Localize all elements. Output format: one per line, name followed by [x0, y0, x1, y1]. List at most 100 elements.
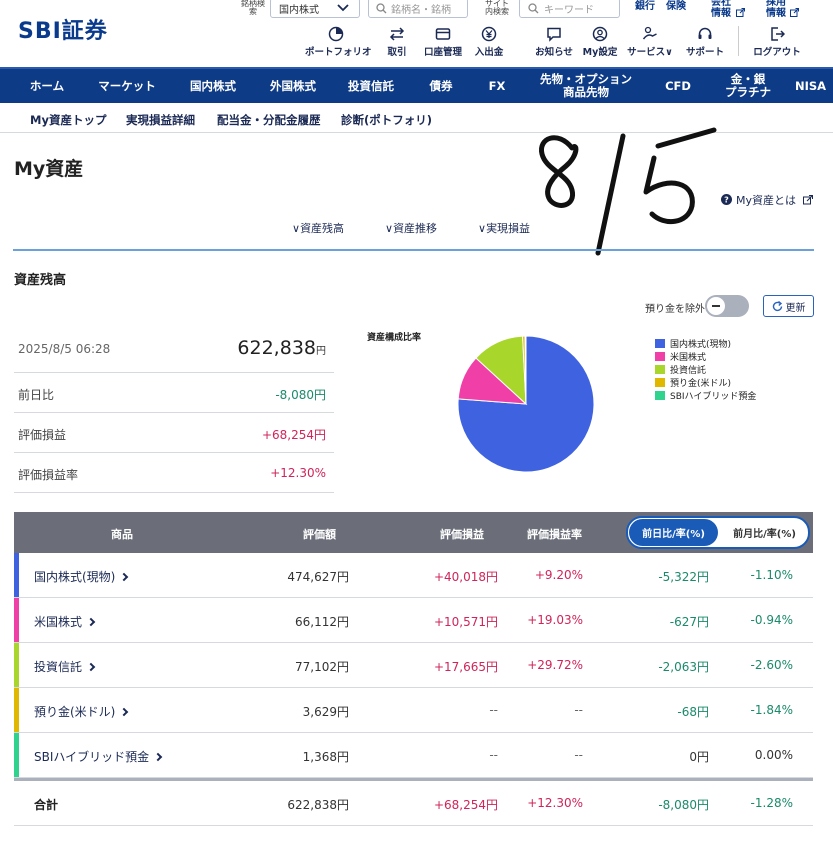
nav-foreign-stock[interactable]: 外国株式 [258, 69, 328, 103]
day-change-tab[interactable]: 前日比/率(%) [629, 519, 718, 546]
sbi-logo[interactable]: SBI証券 [18, 13, 108, 45]
recruit-info-link[interactable]: 採用情報 [766, 0, 790, 19]
row-color-bar [14, 598, 19, 642]
table-row: SBIハイブリッド預金 1,368円 -- -- 0円 0.00% [14, 733, 813, 778]
nav-cfd[interactable]: CFD [656, 69, 700, 103]
anchor-asset-balance[interactable]: ∨資産残高 [292, 220, 344, 236]
nav-nisa[interactable]: NISA [795, 69, 833, 103]
day-change-value: -8,080円 [275, 388, 326, 402]
subnav-diagnosis[interactable]: 診断(ポトフォリ) [341, 112, 432, 128]
table-row: 預り金(米ドル) 3,629円 -- -- -68円 -1.84% [14, 688, 813, 733]
row-product-link[interactable]: SBIハイブリッド預金 [34, 748, 163, 765]
anchor-asset-balance-label: 資産残高 [300, 222, 345, 235]
deposit-withdraw-button[interactable]: 入出金 [458, 26, 520, 58]
row-product-name: 国内株式(現物) [34, 570, 116, 584]
row-product-name: 投資信託 [34, 660, 83, 674]
nav-fx[interactable]: FX [478, 69, 516, 103]
legend-label: 預り金(米ドル) [670, 379, 732, 389]
day-change-label: 前日比 [18, 388, 55, 402]
service-button[interactable]: サービス∨ [619, 26, 681, 58]
help-icon: ? [721, 194, 732, 205]
exclude-deposit-toggle[interactable] [705, 295, 749, 317]
service-icon [642, 26, 657, 40]
day-change-row: 前日比 -8,080円 [14, 373, 334, 413]
stock-market-select[interactable]: 国内株式 [270, 0, 360, 18]
header-value: 評価額 [303, 528, 336, 541]
external-link-icon [736, 8, 745, 17]
row-product-link[interactable]: 米国株式 [34, 613, 96, 630]
total-label: 合計 [34, 798, 59, 812]
legend-swatch [655, 378, 665, 387]
main-nav: ホーム マーケット 国内株式 外国株式 投資信託 債券 FX 先物・オプション … [0, 67, 833, 103]
header-product: 商品 [111, 528, 133, 541]
table-row: 投資信託 77,102円 +17,665円 +29.72% -2,063円 -2… [14, 643, 813, 688]
page-title: My資産 [14, 158, 84, 180]
nav-gold-silver[interactable]: 金・銀 プラチナ [718, 69, 778, 103]
settings-icon [592, 26, 608, 42]
row-value: 77,102円 [295, 660, 349, 674]
portfolio-label: ポートフォリオ [305, 47, 372, 58]
about-my-assets-label: My資産とは [736, 194, 797, 207]
subnav-realized-pl[interactable]: 実現損益詳細 [126, 112, 195, 128]
toggle-knob [707, 297, 725, 315]
chevron-right-icon [120, 572, 129, 582]
header-pl-rate: 評価損益率 [527, 528, 582, 541]
portfolio-button[interactable]: ポートフォリオ [305, 26, 372, 58]
nav-bond[interactable]: 債券 [418, 69, 464, 103]
subnav-dividend-history[interactable]: 配当金・分配金履歴 [217, 112, 321, 128]
nav-mutual-fund[interactable]: 投資信託 [340, 69, 402, 103]
month-change-tab[interactable]: 前月比/率(%) [720, 519, 809, 546]
row-product-name: 米国株式 [34, 615, 83, 629]
bank-link[interactable]: 銀行 [635, 1, 655, 12]
row-pl: +10,571円 [433, 615, 498, 629]
chevron-down-icon [337, 4, 349, 12]
row-day-change: -2,063円 [658, 660, 709, 674]
anchor-asset-history[interactable]: ∨資産推移 [385, 220, 437, 236]
support-button[interactable]: サポート [674, 26, 736, 58]
row-day-change-rate: -2.60% [750, 658, 793, 672]
subnav-my-assets-top[interactable]: My資産トップ [30, 112, 106, 128]
row-pl: +40,018円 [433, 570, 498, 584]
total-day-change-rate: -1.28% [750, 796, 793, 810]
row-product-link[interactable]: 投資信託 [34, 658, 96, 675]
stock-market-select-value: 国内株式 [279, 4, 319, 16]
row-day-change: 0円 [689, 750, 709, 764]
row-value: 66,112円 [295, 615, 349, 629]
trade-icon [389, 27, 405, 41]
row-pl-rate: -- [574, 703, 583, 717]
legend-item: 投資信託 [655, 363, 756, 376]
company-info-link[interactable]: 会社情報 [711, 0, 735, 19]
chevron-right-icon [120, 707, 129, 717]
about-my-assets-link[interactable]: ? My資産とは [721, 192, 813, 208]
change-period-toggle: 前日比/率(%) 前月比/率(%) [626, 516, 810, 549]
row-product-link[interactable]: 預り金(米ドル) [34, 703, 129, 720]
notice-icon [547, 27, 561, 42]
chevron-right-icon [153, 752, 163, 762]
legend-label: SBIハイブリッド預金 [670, 392, 757, 402]
site-search-placeholder: キーワード [544, 4, 594, 16]
nav-market[interactable]: マーケット [92, 69, 162, 103]
total-pl: +68,254円 [433, 798, 498, 812]
unrealized-pl-rate-value: +12.30% [270, 466, 326, 480]
nav-domestic-stock[interactable]: 国内株式 [178, 69, 248, 103]
unrealized-pl-row: 評価損益 +68,254円 [14, 413, 334, 453]
balance-datetime: 2025/8/5 06:28 [18, 342, 111, 356]
support-label: サポート [685, 47, 724, 58]
legend-item: 国内株式(現物) [655, 337, 756, 350]
unrealized-pl-label: 評価損益 [18, 428, 67, 442]
nav-futures-options[interactable]: 先物・オプション 商品先物 [531, 69, 641, 103]
logout-button[interactable]: ログアウト [746, 26, 808, 58]
stock-search-input[interactable]: 銘柄名・銘柄 [368, 0, 468, 18]
row-product-link[interactable]: 国内株式(現物) [34, 568, 129, 585]
row-pl-rate: +29.72% [527, 658, 583, 672]
anchor-realized-pl[interactable]: ∨実現損益 [478, 220, 530, 236]
site-search-label: サイト内検索 [485, 0, 509, 16]
total-balance-value: 622,838 [237, 337, 316, 359]
stock-search-label: 銘柄検索 [241, 0, 265, 16]
portfolio-icon [328, 26, 344, 42]
site-search-input[interactable]: キーワード [519, 0, 620, 18]
nav-home[interactable]: ホーム [18, 69, 76, 103]
insurance-link[interactable]: 保険 [666, 1, 686, 12]
refresh-button[interactable]: 更新 [763, 295, 814, 317]
handwritten-date-annotation [539, 127, 717, 256]
